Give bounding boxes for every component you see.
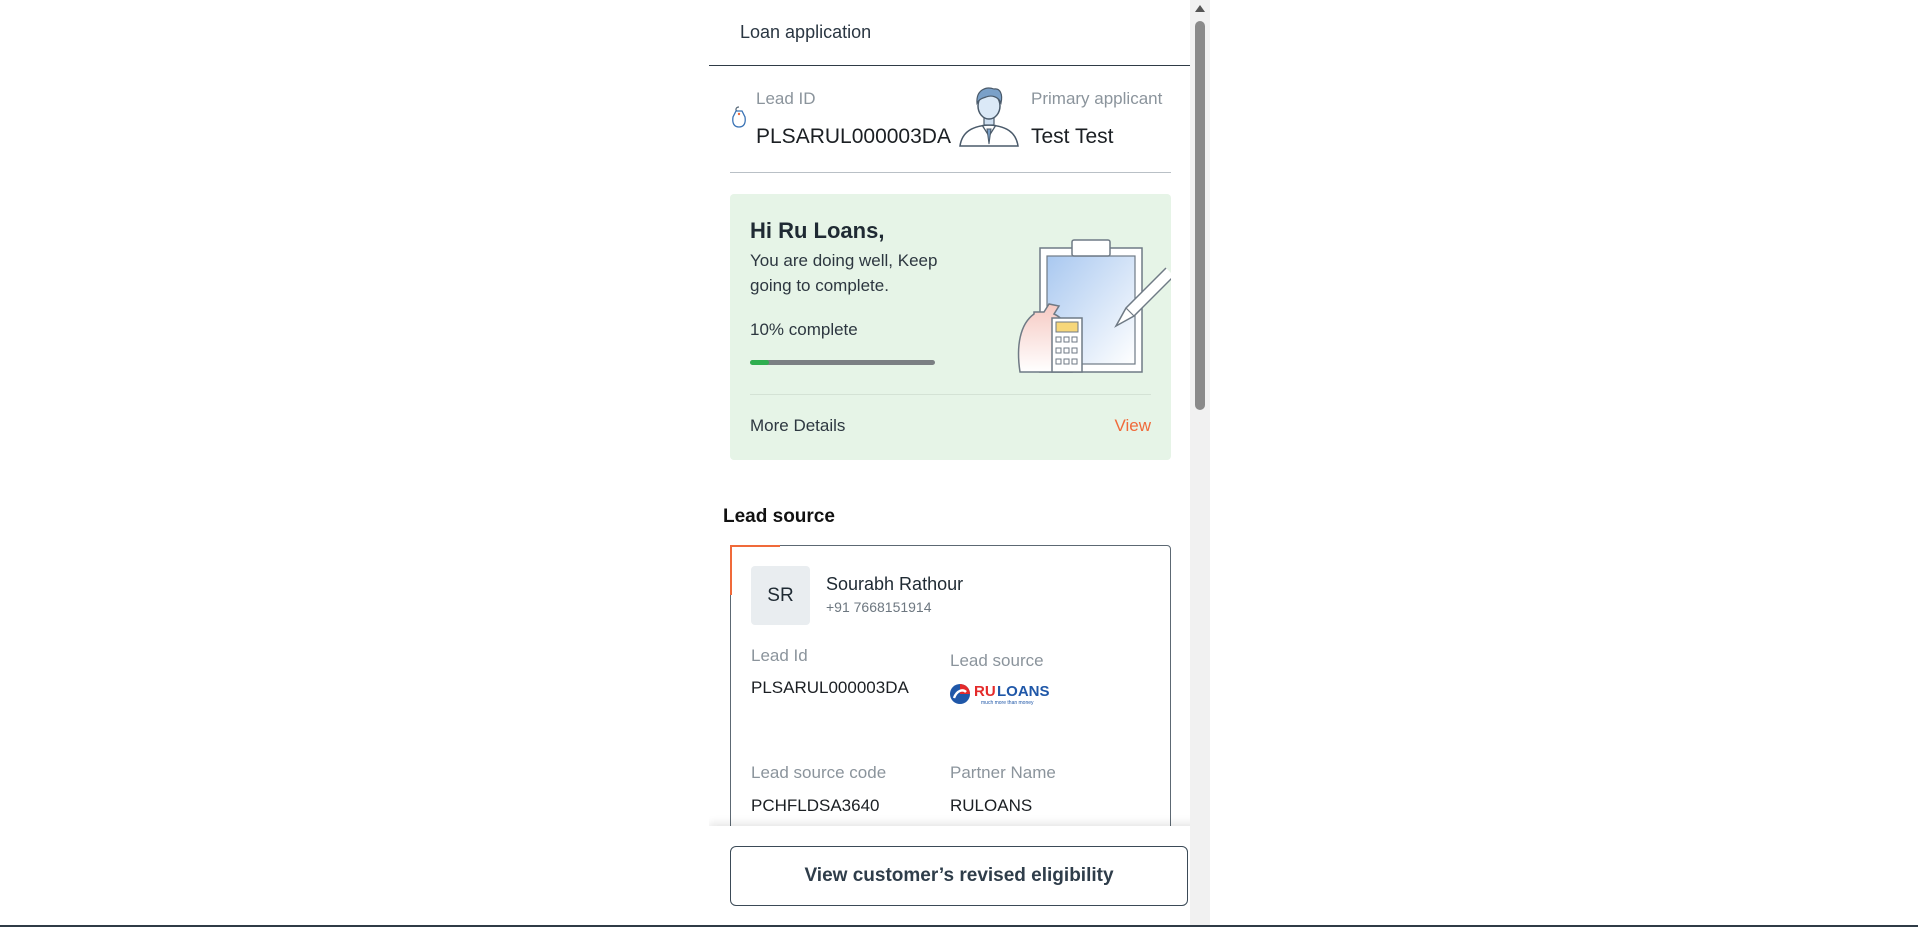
primary-applicant-label: Primary applicant: [1031, 89, 1163, 108]
card-divider: [750, 394, 1151, 395]
svg-text:much more than money: much more than money: [981, 700, 1034, 706]
section-divider: [730, 172, 1171, 173]
avatar: SR: [751, 566, 810, 625]
progress-bar-fill: [750, 360, 769, 365]
lead-id-field-value: PLSARUL000003DA: [751, 678, 909, 697]
lead-source-code-label: Lead source code: [751, 763, 887, 782]
applicant-avatar-icon: [959, 87, 1019, 147]
view-details-link[interactable]: View: [1114, 416, 1151, 436]
view-revised-eligibility-button[interactable]: View customer’s revised eligibility: [730, 846, 1188, 906]
loan-application-panel: Loan application Lead ID PLSARUL000003DA…: [709, 0, 1210, 927]
partner-name-label: Partner Name: [950, 763, 1056, 782]
greeting-heading: Hi Ru Loans,: [750, 218, 885, 243]
progress-card: Hi Ru Loans, You are doing well, Keep go…: [730, 194, 1171, 460]
loan-illustration: [1017, 239, 1171, 373]
footer-bar: View customer’s revised eligibility: [709, 826, 1210, 927]
lead-source-field-label: Lead source: [950, 651, 1044, 670]
tag-icon: [732, 106, 746, 128]
progress-message: You are doing well, Keep going to comple…: [750, 251, 938, 295]
scroll-up-arrow-icon[interactable]: [1195, 5, 1205, 12]
progress-bar: [750, 360, 935, 365]
progress-percent-text: 10% complete: [750, 320, 858, 339]
lead-source-code-value: PCHFLDSA3640: [751, 796, 880, 815]
page-title: Loan application: [740, 22, 872, 42]
svg-text:LOANS: LOANS: [997, 683, 1049, 700]
scrollbar-thumb[interactable]: [1195, 21, 1205, 410]
header-divider: [709, 65, 1190, 66]
lead-source-person-name: Sourabh Rathour: [826, 574, 964, 594]
svg-text:RU: RU: [974, 683, 996, 700]
lead-id-value: PLSARUL000003DA: [756, 125, 951, 148]
lead-source-phone: +91 7668151914: [826, 599, 932, 615]
more-details-label: More Details: [750, 416, 846, 435]
lead-id-label: Lead ID: [756, 89, 816, 108]
partner-name-value: RULOANS: [950, 796, 1033, 815]
primary-applicant-value: Test Test: [1031, 125, 1114, 148]
ruloans-logo: RU LOANS much more than money: [950, 683, 1049, 706]
card-accent-left: [730, 545, 732, 595]
lead-id-field-label: Lead Id: [751, 646, 808, 665]
card-accent-top: [730, 545, 780, 547]
lead-source-heading: Lead source: [723, 506, 835, 527]
